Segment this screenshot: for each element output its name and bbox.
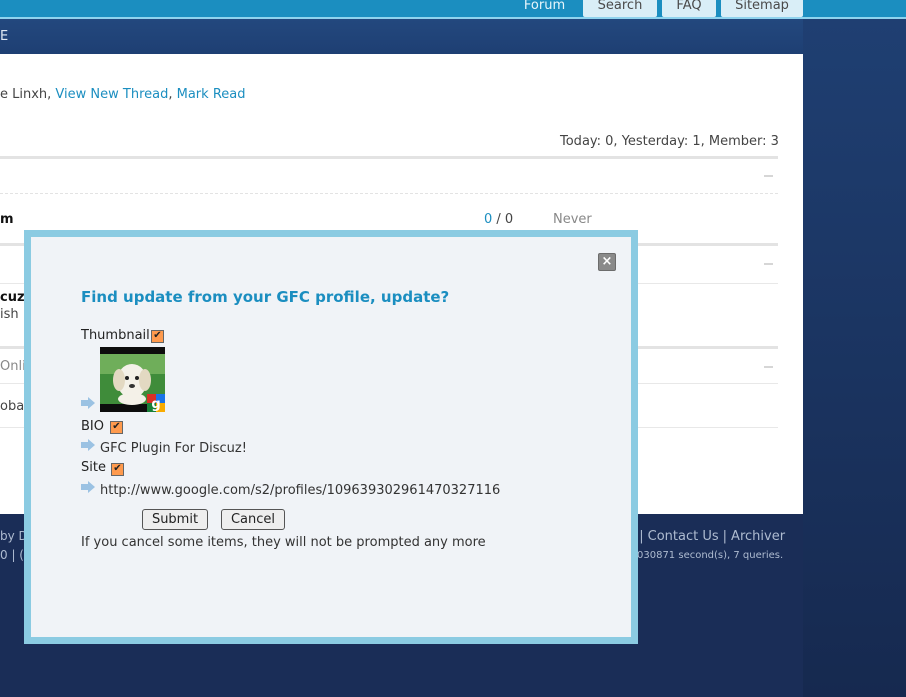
tab-sitemap[interactable]: Sitemap (721, 0, 803, 17)
checkbox-checked-icon: ✔ (153, 330, 162, 341)
gfc-update-dialog: × Find update from your GFC profile, upd… (24, 230, 638, 644)
sub-nav-text[interactable]: E (0, 29, 8, 44)
forum-posts: / 0 (492, 212, 514, 227)
tab-faq-label: FAQ (676, 0, 702, 13)
forum-description: ish (0, 307, 19, 322)
dialog-title: Find update from your GFC profile, updat… (81, 288, 450, 306)
bio-checkbox[interactable]: ✔ (110, 421, 123, 434)
checkbox-checked-icon: ✔ (113, 463, 122, 474)
arrow-right-icon (81, 397, 95, 409)
divider (0, 193, 778, 194)
checkbox-checked-icon: ✔ (112, 421, 121, 432)
welcome-comma: , (168, 87, 177, 102)
dialog-body: × Find update from your GFC profile, upd… (31, 237, 631, 637)
divider (0, 156, 778, 159)
cancel-button[interactable]: Cancel (221, 509, 285, 530)
site-label: Site (81, 460, 106, 475)
submit-button[interactable]: Submit (142, 509, 208, 530)
thumbnail-checkbox[interactable]: ✔ (151, 330, 164, 343)
site-checkbox[interactable]: ✔ (111, 463, 124, 476)
tab-faq[interactable]: FAQ (662, 0, 716, 17)
tab-search[interactable]: Search (583, 0, 657, 17)
bio-label: BIO (81, 419, 104, 434)
tab-forum-label: Forum (523, 0, 566, 13)
forum-stats: Today: 0, Yesterday: 1, Member: 3 (560, 134, 779, 149)
tab-sitemap-label: Sitemap (735, 0, 789, 13)
mark-read-link[interactable]: Mark Read (177, 87, 246, 102)
page-background-right (803, 19, 906, 697)
dialog-note: If you cancel some items, they will not … (81, 535, 486, 550)
collapse-icon[interactable] (764, 263, 773, 265)
profile-thumbnail: g (100, 347, 165, 412)
forum-thread-count: 0 / 0 (484, 212, 513, 227)
footer-version: 0 | ( (0, 548, 24, 562)
welcome-line: e Linxh, View New Thread, Mark Read (0, 87, 245, 102)
close-icon[interactable]: × (598, 253, 616, 271)
welcome-user: e Linxh, (0, 87, 56, 102)
forum-name[interactable]: m (0, 212, 14, 227)
google-badge-icon: g (147, 394, 165, 412)
arrow-right-icon (81, 439, 95, 451)
svg-text:g: g (151, 397, 160, 412)
thumbnail-label: Thumbnail (81, 328, 150, 343)
forum-last-post: Never (553, 212, 592, 227)
archiver-link[interactable]: Archiver (731, 529, 785, 544)
online-section-title[interactable]: Onli (0, 359, 26, 374)
view-new-thread-link[interactable]: View New Thread (55, 87, 168, 102)
footer-links: u|Contact Us|Archiver (626, 529, 785, 544)
tab-search-label: Search (597, 0, 643, 13)
tab-forum[interactable]: Forum (511, 0, 578, 17)
footer-performance: 030871 second(s), 7 queries. (637, 550, 784, 561)
collapse-icon[interactable] (764, 175, 773, 177)
sub-nav-bar: E (0, 19, 906, 54)
contact-us-link[interactable]: Contact Us (648, 529, 719, 544)
site-value: http://www.google.com/s2/profiles/109639… (100, 483, 501, 498)
collapse-icon[interactable] (764, 366, 773, 368)
arrow-right-icon (81, 481, 95, 493)
bio-value: GFC Plugin For Discuz! (100, 441, 247, 456)
